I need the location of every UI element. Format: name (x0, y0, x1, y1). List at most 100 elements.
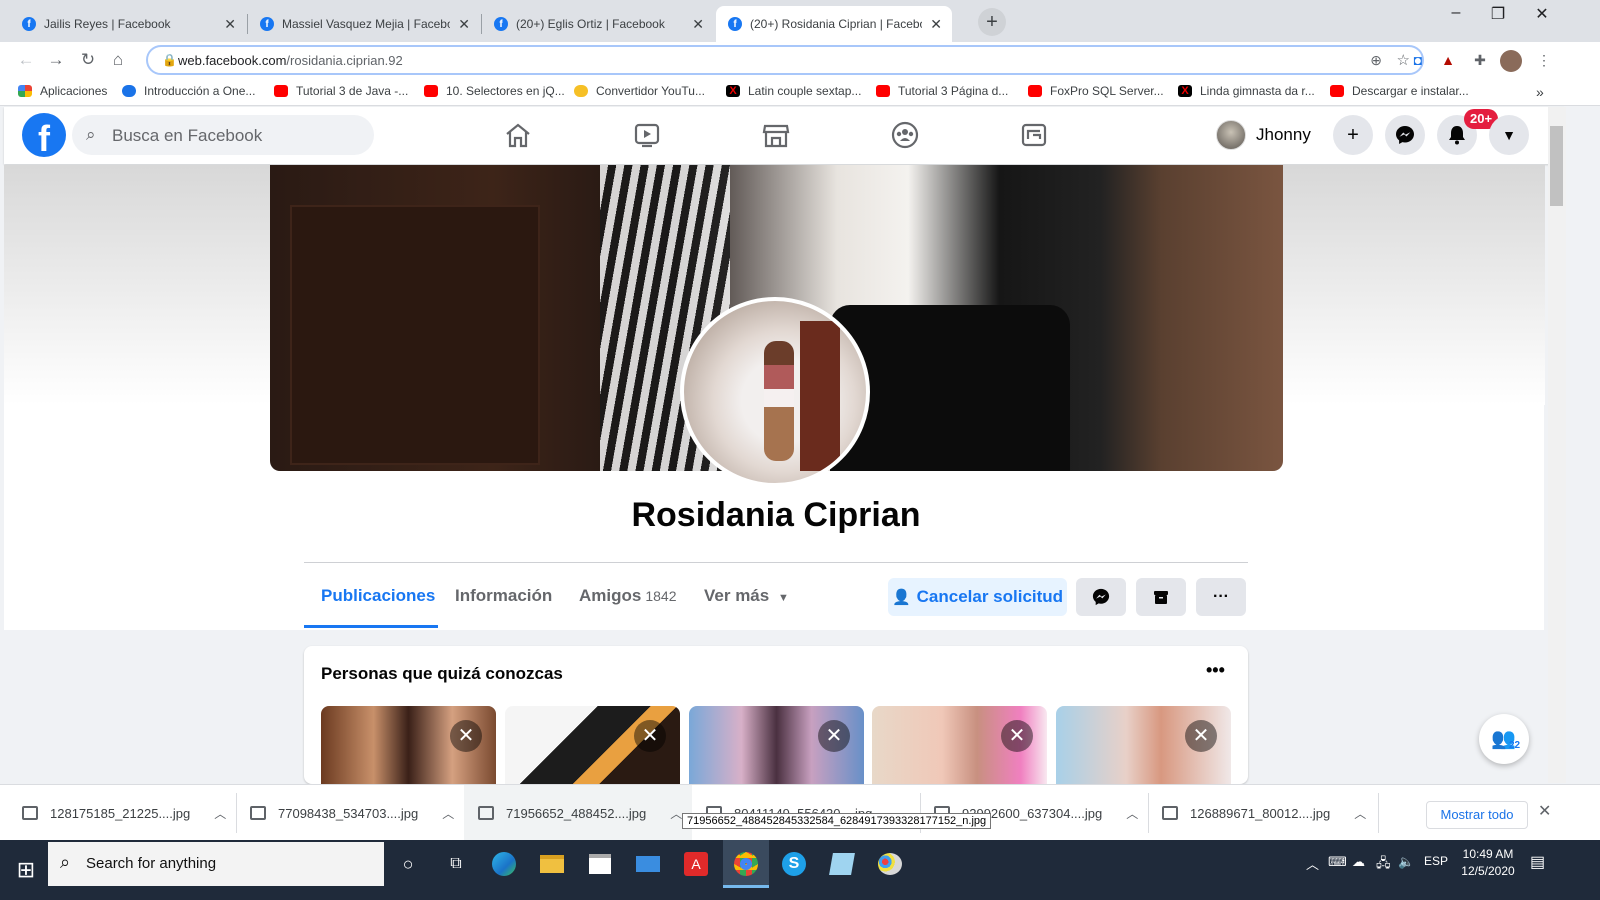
watch-nav-icon[interactable] (627, 117, 667, 153)
zoom-icon[interactable]: ⊕ (1370, 52, 1382, 69)
scrollbar-thumb[interactable] (1550, 126, 1563, 206)
notes-app-icon[interactable] (826, 848, 858, 880)
close-tab-icon[interactable]: ✕ (458, 16, 470, 33)
language-indicator[interactable]: ESP (1424, 854, 1448, 868)
download-item[interactable]: 77098438_534703....jpg ︿ (250, 785, 454, 841)
chevron-up-icon[interactable]: ︿ (1126, 805, 1138, 822)
edge-icon[interactable] (488, 848, 520, 880)
bookmark-item[interactable]: 10. Selectores en jQ... (424, 84, 565, 98)
create-icon[interactable]: + (1333, 115, 1373, 155)
dismiss-icon[interactable]: ✕ (818, 720, 850, 752)
bookmarks-overflow-icon[interactable]: » (1536, 84, 1544, 100)
close-tab-icon[interactable]: ✕ (930, 16, 942, 33)
account-menu-caret-icon[interactable]: ▼ (1489, 115, 1529, 155)
message-button[interactable] (1076, 578, 1126, 616)
browser-menu-icon[interactable]: ⋮ (1534, 50, 1554, 70)
system-clock[interactable]: 10:49 AM 12/5/2020 (1450, 846, 1526, 880)
tab-amigos[interactable]: Amigos 1842 (579, 586, 677, 606)
chevron-up-icon[interactable]: ︿ (442, 805, 454, 822)
pymk-person-card[interactable]: ✕ (872, 706, 1047, 784)
browser-tab[interactable]: f Massiel Vasquez Mejia | Faceboo ✕ (248, 6, 480, 42)
task-view-icon[interactable]: ⧉ (440, 848, 472, 880)
pymk-person-card[interactable]: ✕ (321, 706, 496, 784)
paint-app-icon[interactable] (874, 848, 906, 880)
file-explorer-icon[interactable] (536, 848, 568, 880)
tab-publicaciones[interactable]: Publicaciones (321, 586, 435, 606)
bookmark-item[interactable]: X Linda gimnasta da r... (1178, 84, 1315, 98)
download-item[interactable]: 128175185_21225....jpg ︿ (22, 785, 226, 841)
cancel-friend-request-button[interactable]: 👤 Cancelar solicitud (888, 578, 1067, 616)
bookmark-item[interactable]: Tutorial 3 Página d... (876, 84, 1008, 98)
profile-shortcut[interactable]: Jhonny (1216, 117, 1311, 153)
browser-tab[interactable]: f (20+) Eglis Ortiz | Facebook ✕ (482, 6, 714, 42)
facebook-logo-icon[interactable]: f (22, 113, 66, 157)
download-item[interactable]: 126889671_80012....jpg ︿ (1162, 785, 1366, 841)
chrome-icon[interactable] (730, 848, 762, 880)
chevron-up-icon[interactable]: ︿ (1306, 854, 1319, 873)
profile-picture[interactable] (680, 297, 870, 487)
address-bar[interactable]: 🔒 web.facebook.com/rosidania.ciprian.92 … (146, 45, 1424, 75)
pdf-extension-icon[interactable]: ▲ (1438, 50, 1458, 70)
bookmark-item[interactable]: Introducción a One... (122, 84, 255, 98)
tab-ver-mas[interactable]: Ver más ▼ (704, 586, 789, 606)
browser-tab-active[interactable]: f (20+) Rosidania Ciprian | Faceboo ✕ (716, 6, 952, 42)
action-center-icon[interactable]: ▤ (1530, 852, 1545, 872)
windows-start-icon[interactable]: ⊞ (8, 852, 44, 888)
store-icon[interactable] (584, 848, 616, 880)
close-window-icon[interactable]: ✕ (1522, 4, 1562, 28)
scrollbar[interactable] (1548, 107, 1566, 783)
extensions-puzzle-icon[interactable]: ✚ (1470, 50, 1490, 70)
dismiss-icon[interactable]: ✕ (1185, 720, 1217, 752)
friend-requests-button[interactable]: 👥 22 (1479, 714, 1529, 764)
bookmark-item[interactable]: Descargar e instalar... (1330, 84, 1469, 98)
pymk-person-card[interactable]: ✕ (1056, 706, 1231, 784)
home-icon[interactable]: ⌂ (106, 48, 130, 72)
volume-icon[interactable]: 🔈 (1398, 854, 1414, 870)
show-all-downloads-button[interactable]: Mostrar todo (1426, 801, 1528, 829)
dismiss-icon[interactable]: ✕ (450, 720, 482, 752)
groups-nav-icon[interactable] (885, 117, 925, 153)
pymk-person-card[interactable]: ✕ (689, 706, 864, 784)
onedrive-cloud-icon[interactable]: ☁ (1352, 854, 1365, 870)
close-tab-icon[interactable]: ✕ (224, 16, 236, 33)
marketplace-nav-icon[interactable] (756, 117, 796, 153)
reload-icon[interactable]: ↻ (76, 48, 100, 72)
restore-window-icon[interactable]: ❐ (1478, 4, 1518, 28)
home-nav-icon[interactable] (498, 117, 538, 153)
bookmark-item[interactable]: Tutorial 3 de Java -... (274, 84, 408, 98)
taskbar-search-input[interactable]: ⌕ Search for anything (48, 842, 384, 886)
download-item[interactable]: 71956652_488452....jpg ︿ (478, 785, 682, 841)
keyboard-icon[interactable]: ⌨ (1328, 854, 1347, 870)
pymk-more-icon[interactable]: ••• (1206, 660, 1225, 681)
pymk-person-card[interactable]: ✕ (505, 706, 680, 784)
archive-button[interactable] (1136, 578, 1186, 616)
more-options-button[interactable]: ··· (1196, 578, 1246, 616)
extension-icon[interactable]: ◘ (1408, 50, 1428, 70)
network-icon[interactable]: 🖧 (1376, 854, 1391, 876)
minimize-window-icon[interactable]: – (1436, 4, 1476, 28)
chevron-up-icon[interactable]: ︿ (1354, 805, 1366, 822)
bookmark-item[interactable]: Convertidor YouTu... (574, 84, 705, 98)
gaming-nav-icon[interactable] (1014, 117, 1054, 153)
new-tab-button[interactable]: + (978, 8, 1006, 36)
dismiss-icon[interactable]: ✕ (634, 720, 666, 752)
messenger-icon[interactable] (1385, 115, 1425, 155)
back-icon[interactable]: ← (14, 48, 38, 72)
tab-informacion[interactable]: Información (455, 586, 552, 606)
skype-icon[interactable]: S (778, 848, 810, 880)
mail-icon[interactable] (632, 848, 664, 880)
acrobat-icon[interactable]: A (680, 848, 712, 880)
profile-avatar-icon[interactable] (1500, 50, 1522, 72)
facebook-search-input[interactable]: ⌕ Busca en Facebook (72, 115, 374, 155)
bookmark-item[interactable]: Aplicaciones (18, 84, 107, 98)
close-downloads-icon[interactable]: ✕ (1538, 801, 1551, 821)
bookmark-item[interactable]: FoxPro SQL Server... (1028, 84, 1164, 98)
cortana-icon[interactable]: ○ (392, 848, 424, 880)
chevron-up-icon[interactable]: ︿ (214, 805, 226, 822)
bookmark-item[interactable]: X Latin couple sextap... (726, 84, 861, 98)
close-tab-icon[interactable]: ✕ (692, 16, 704, 33)
forward-icon[interactable]: → (44, 48, 68, 72)
dismiss-icon[interactable]: ✕ (1001, 720, 1033, 752)
chevron-up-icon[interactable]: ︿ (670, 805, 682, 822)
browser-tab[interactable]: f Jailis Reyes | Facebook ✕ (10, 6, 246, 42)
